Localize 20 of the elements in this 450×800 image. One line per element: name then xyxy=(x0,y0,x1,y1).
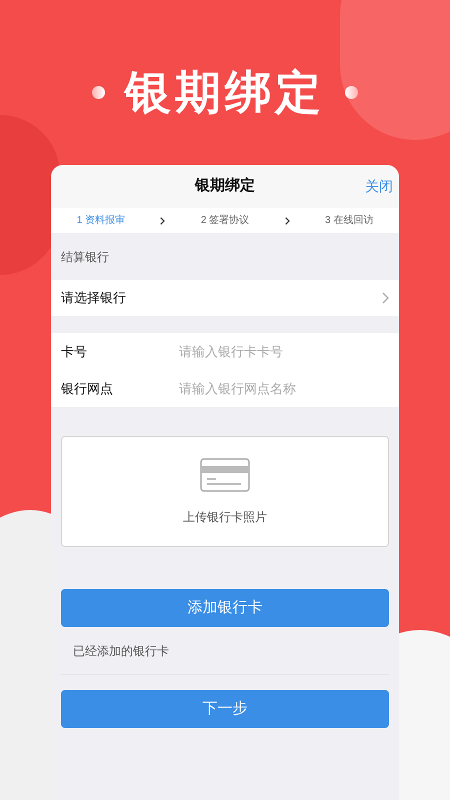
section-label: 结算银行 xyxy=(61,248,109,266)
nav-title: 银期绑定 xyxy=(195,176,255,196)
added-cards-label: 已经添加的银行卡 xyxy=(73,642,169,660)
add-bank-card-button[interactable]: 添加银行卡 xyxy=(61,589,389,627)
chevron-right-icon xyxy=(160,216,166,224)
close-link[interactable]: 关闭 xyxy=(365,176,393,197)
bank-card-icon xyxy=(200,458,250,492)
step-tab[interactable]: 3 在线回访 xyxy=(324,213,374,228)
bank-select-row[interactable]: 请选择银行 xyxy=(51,280,399,316)
field-label: 银行网点 xyxy=(61,380,114,398)
input-field[interactable]: 请输入银行网点名称 xyxy=(179,378,389,398)
next-step-button[interactable]: 下一步 xyxy=(61,690,389,728)
chevron-right-icon xyxy=(284,216,290,224)
step-tab[interactable]: 1 资料报审 xyxy=(76,213,126,228)
input-field[interactable]: 请输入银行卡卡号 xyxy=(179,342,389,362)
step-tab[interactable]: 2 签署协议 xyxy=(200,213,250,228)
chevron-right-icon xyxy=(382,292,389,304)
headline: 银期绑定 xyxy=(125,64,325,120)
upload-card-area[interactable]: 上传银行卡照片 xyxy=(61,436,389,547)
field-label: 卡号 xyxy=(61,342,88,361)
